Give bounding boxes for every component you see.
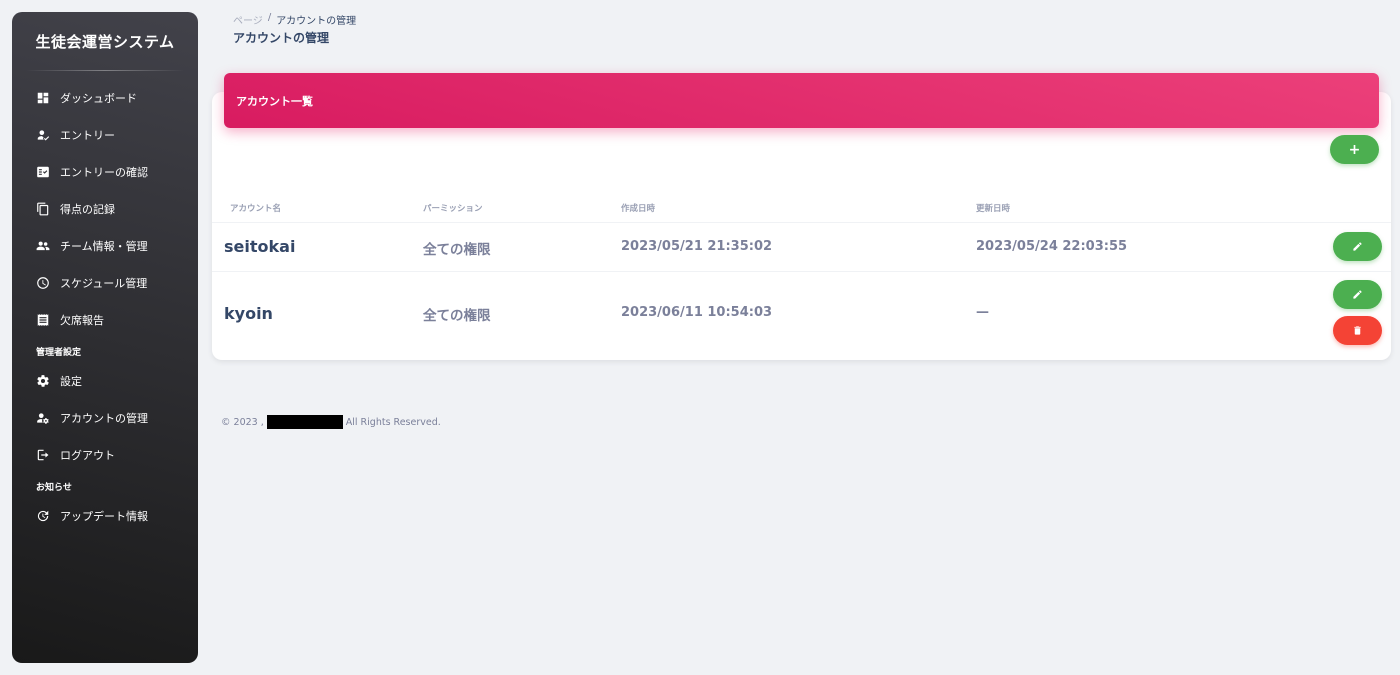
- column-header-created: 作成日時: [621, 204, 656, 214]
- breadcrumb-root[interactable]: ページ: [233, 12, 263, 27]
- column-header-account-name: アカウント名: [230, 204, 282, 214]
- table-divider: [212, 222, 1391, 223]
- news-section-label: お知らせ: [36, 482, 72, 493]
- card-title: アカウント一覧: [236, 94, 313, 108]
- add-account-button[interactable]: +: [1330, 135, 1379, 164]
- sidebar: 生徒会運営システム ダッシュボード エントリー エントリーの確認 得点の記録 チ…: [12, 12, 198, 663]
- card-header: アカウント一覧: [224, 73, 1379, 128]
- edit-button[interactable]: [1333, 232, 1382, 261]
- sidebar-item-entry-check[interactable]: エントリーの確認: [12, 153, 198, 190]
- trash-icon: [1354, 326, 1361, 335]
- breadcrumb-current: アカウントの管理: [276, 16, 357, 27]
- sidebar-nav: ダッシュボード エントリー エントリーの確認 得点の記録 チーム情報・管理 スケ…: [12, 71, 198, 338]
- sidebar-item-label: チーム情報・管理: [60, 239, 148, 253]
- breadcrumb: ページ / アカウントの管理: [233, 12, 356, 27]
- logout-icon: [36, 448, 50, 462]
- sidebar-item-label: 設定: [60, 374, 82, 388]
- sidebar-item-label: スケジュール管理: [60, 276, 148, 290]
- sidebar-item-account[interactable]: アカウントの管理: [12, 399, 198, 436]
- copy-icon: [36, 202, 50, 216]
- fact-check-icon: [36, 165, 50, 179]
- account-updated: —: [976, 305, 989, 320]
- dashboard-icon: [36, 91, 50, 105]
- account-name: seitokai: [224, 237, 296, 256]
- sidebar-item-settings[interactable]: 設定: [12, 362, 198, 399]
- sidebar-item-update[interactable]: アップデート情報: [12, 497, 198, 534]
- clock-icon: [36, 276, 50, 290]
- gear-icon: [36, 374, 50, 388]
- pencil-icon: [1353, 290, 1362, 299]
- sidebar-item-label: 欠席報告: [60, 313, 104, 327]
- sidebar-item-dashboard[interactable]: ダッシュボード: [12, 79, 198, 116]
- admin-nav: 設定 アカウントの管理 ログアウト: [12, 362, 198, 473]
- account-list-card: [212, 92, 1391, 360]
- footer: © 2023 , All Rights Reserved.: [221, 415, 441, 429]
- sidebar-item-team[interactable]: チーム情報・管理: [12, 227, 198, 264]
- account-permission: 全ての権限: [423, 242, 491, 258]
- breadcrumb-separator: /: [267, 12, 272, 23]
- account-permission: 全ての権限: [423, 308, 491, 324]
- manage-accounts-icon: [36, 411, 50, 425]
- sidebar-item-label: 得点の記録: [60, 202, 115, 216]
- account-created: 2023/06/11 10:54:03: [621, 305, 773, 320]
- news-nav: アップデート情報: [12, 497, 198, 534]
- account-created: 2023/05/21 21:35:02: [621, 239, 773, 254]
- brand-title[interactable]: 生徒会運営システム: [12, 12, 198, 70]
- person-check-icon: [36, 128, 50, 142]
- sidebar-item-schedule[interactable]: スケジュール管理: [12, 264, 198, 301]
- sidebar-item-entry[interactable]: エントリー: [12, 116, 198, 153]
- update-icon: [36, 509, 50, 523]
- footer-rights: All Rights Reserved.: [345, 416, 441, 428]
- sidebar-item-absence[interactable]: 欠席報告: [12, 301, 198, 338]
- column-header-permission: パーミッション: [423, 204, 483, 214]
- sidebar-item-logout[interactable]: ログアウト: [12, 436, 198, 473]
- table-divider: [212, 271, 1391, 272]
- redacted-block: [266, 415, 343, 429]
- footer-copyright: © 2023 ,: [221, 416, 264, 428]
- sidebar-item-label: アカウントの管理: [60, 411, 148, 425]
- sidebar-item-label: エントリーの確認: [60, 165, 148, 179]
- page-title: アカウントの管理: [233, 31, 330, 45]
- sidebar-item-label: ダッシュボード: [60, 91, 137, 105]
- account-name: kyoin: [224, 304, 273, 323]
- admin-section-label: 管理者設定: [36, 347, 82, 358]
- column-header-updated: 更新日時: [976, 204, 1011, 214]
- pencil-icon: [1353, 242, 1362, 251]
- sidebar-item-score[interactable]: 得点の記録: [12, 190, 198, 227]
- account-updated: 2023/05/24 22:03:55: [976, 239, 1128, 254]
- sidebar-item-label: アップデート情報: [60, 509, 148, 523]
- group-icon: [36, 239, 50, 253]
- receipt-icon: [36, 313, 50, 327]
- sidebar-item-label: ログアウト: [60, 448, 115, 462]
- delete-button[interactable]: [1333, 316, 1382, 345]
- edit-button[interactable]: [1333, 280, 1382, 309]
- sidebar-item-label: エントリー: [60, 128, 115, 142]
